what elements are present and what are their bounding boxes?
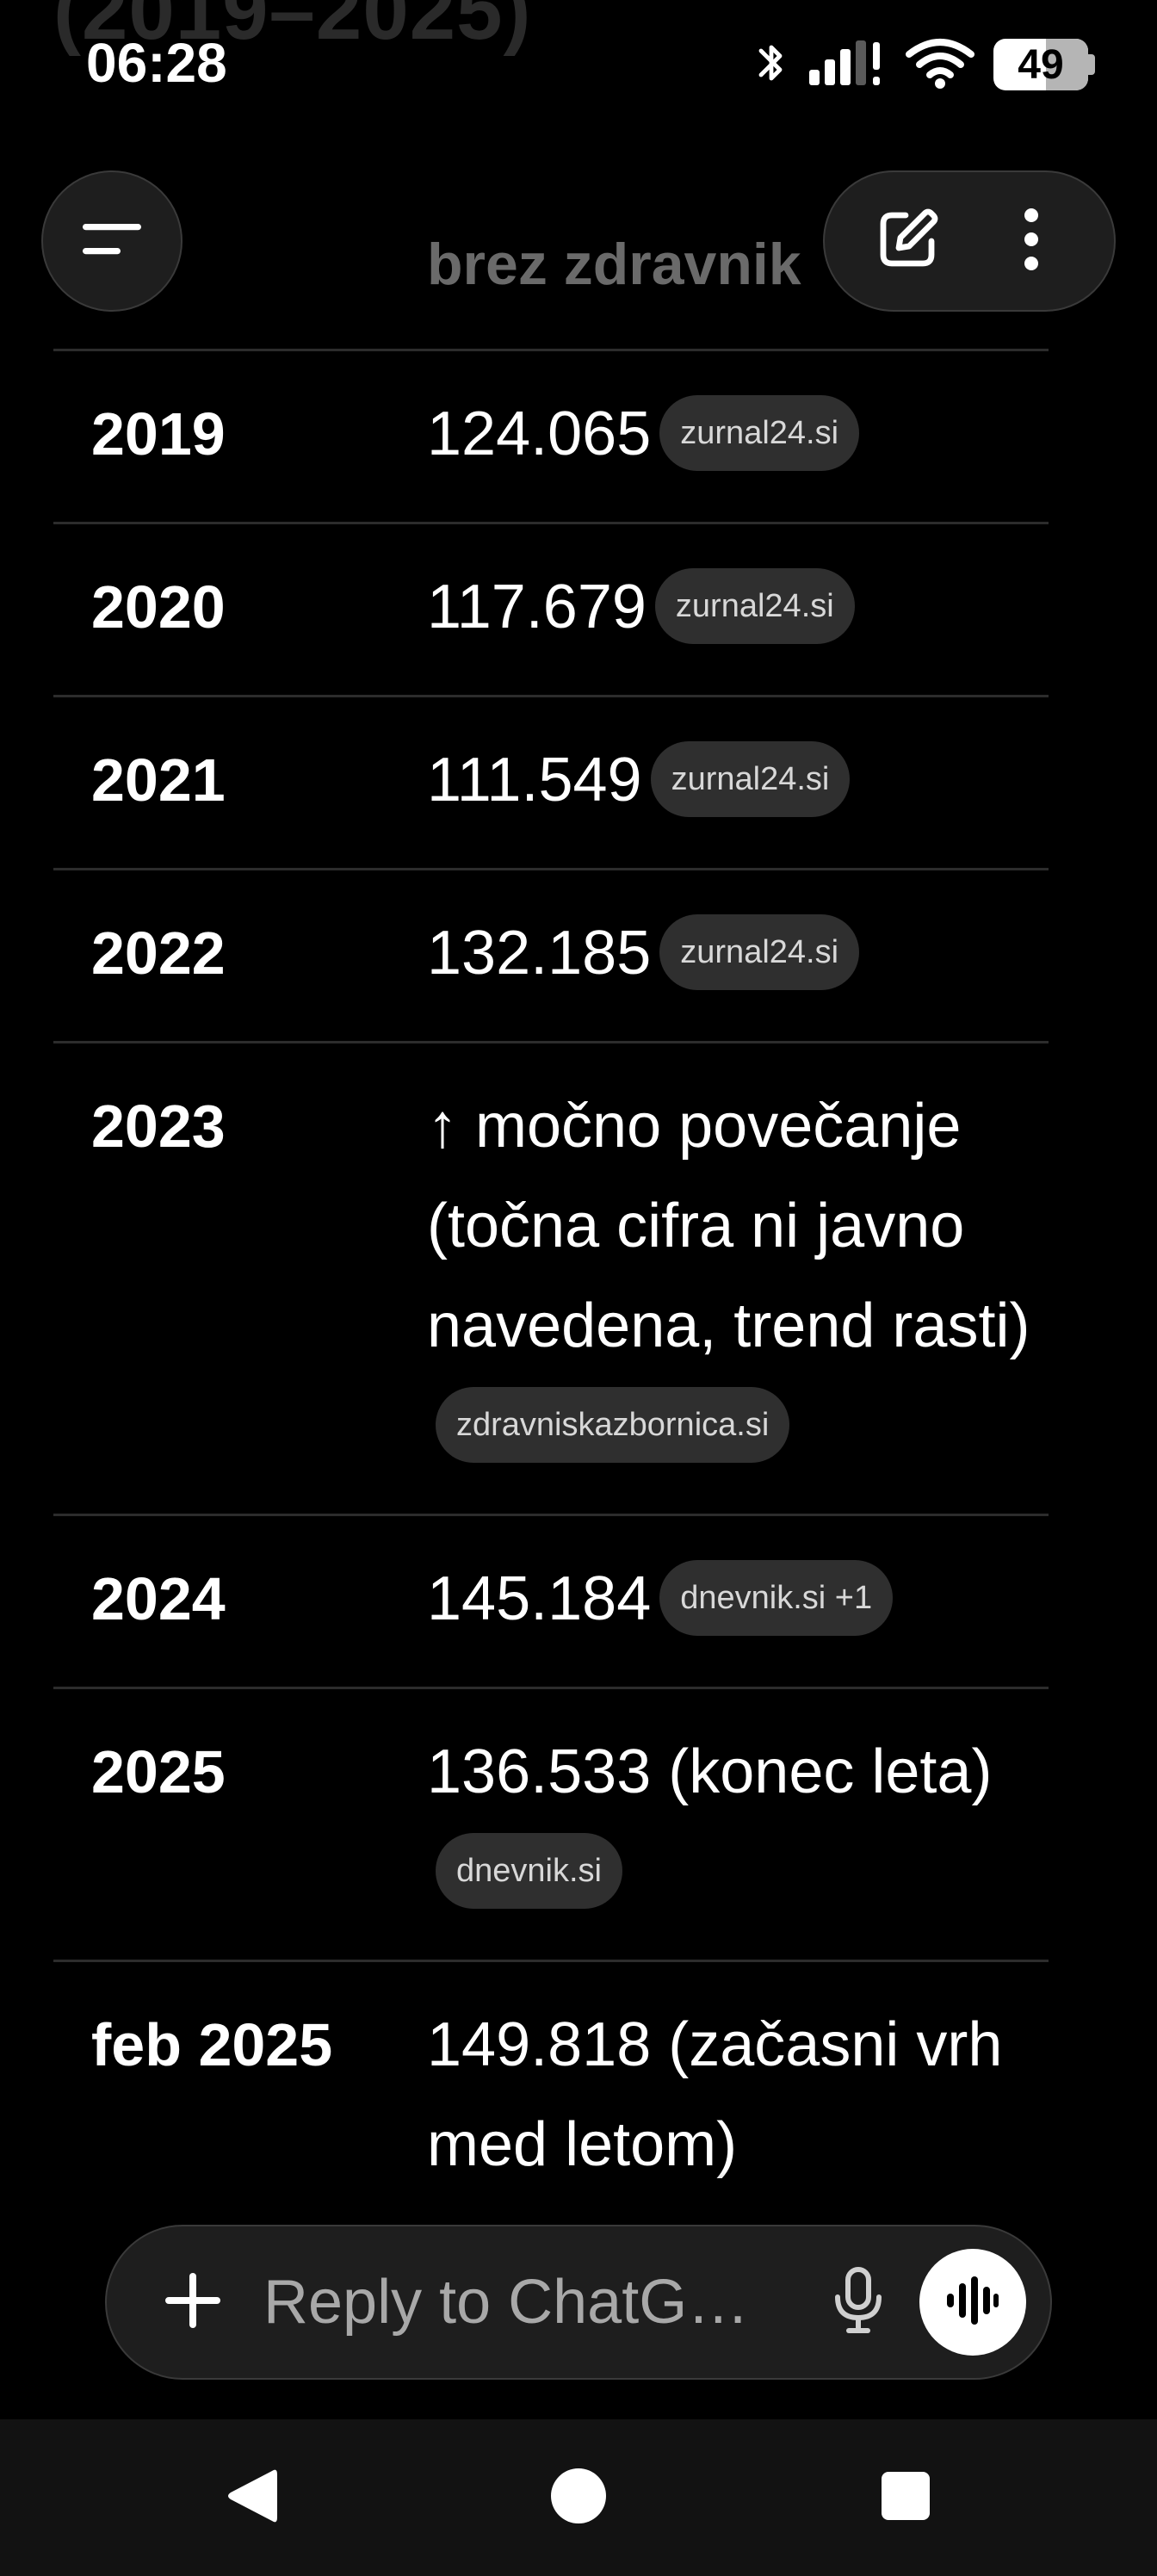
table-row: 2024 145.184 dnevnik.si +1 bbox=[53, 1516, 1049, 1689]
row-value-text: 117.679 bbox=[427, 573, 647, 641]
table-row: 2025 136.533 (konec leta) dnevnik.si bbox=[53, 1689, 1049, 1962]
status-bar: 06:28 49 bbox=[0, 0, 1157, 138]
row-value: ↑ močno povečanje (točna cifra ni javno … bbox=[427, 1076, 1049, 1476]
column-header-count: brez zdravnik bbox=[427, 232, 801, 297]
reply-input[interactable] bbox=[263, 2267, 820, 2338]
row-value-text: 145.184 bbox=[427, 1564, 652, 1633]
nav-recents-button[interactable] bbox=[871, 2463, 940, 2532]
more-vertical-icon bbox=[1023, 207, 1040, 276]
row-value-text: 149.818 (začasni vrh med letom) bbox=[427, 2010, 1003, 2179]
sidebar-menu-button[interactable] bbox=[41, 170, 183, 312]
reply-composer bbox=[105, 2225, 1052, 2380]
row-value: 132.185 zurnal24.si bbox=[427, 903, 1049, 1003]
new-chat-button[interactable] bbox=[860, 194, 955, 288]
row-value-text: 136.533 (konec leta) bbox=[427, 1737, 993, 1806]
table-row: 2023 ↑ močno povečanje (točna cifra ni j… bbox=[53, 1043, 1049, 1516]
table-row: 2022 132.185 zurnal24.si bbox=[53, 870, 1049, 1043]
dictate-button[interactable] bbox=[820, 2251, 897, 2354]
row-year: 2024 bbox=[91, 1565, 226, 1632]
row-value: 117.679 zurnal24.si bbox=[427, 557, 1049, 657]
table-row: 2019 124.065 zurnal24.si bbox=[53, 351, 1049, 524]
status-icons: 49 bbox=[754, 34, 1097, 95]
source-chip[interactable]: zurnal24.si bbox=[654, 567, 855, 644]
bluetooth-icon bbox=[754, 39, 789, 91]
row-year: 2020 bbox=[91, 573, 226, 641]
row-year: 2023 bbox=[91, 1093, 226, 1160]
top-actions-pill bbox=[823, 170, 1116, 312]
microphone-icon bbox=[831, 2266, 886, 2339]
table-row: 2020 117.679 zurnal24.si bbox=[53, 524, 1049, 697]
row-value: 124.065 zurnal24.si bbox=[427, 384, 1049, 484]
data-table: o brez zdravnik 2019 124.065zurnal24.si … bbox=[53, 207, 1049, 2232]
system-nav-bar bbox=[0, 2419, 1157, 2576]
row-year: 2022 bbox=[91, 920, 226, 987]
edit-icon bbox=[875, 207, 940, 276]
row-value-text: 111.549 bbox=[427, 746, 642, 814]
row-year: 2021 bbox=[91, 746, 226, 814]
home-circle-icon bbox=[550, 2468, 607, 2529]
back-triangle-icon bbox=[224, 2466, 279, 2530]
source-chip[interactable]: dnevnik.si bbox=[436, 1832, 622, 1909]
source-chip[interactable]: zurnal24.si bbox=[659, 394, 860, 471]
battery-icon: 49 bbox=[993, 39, 1097, 90]
more-options-button[interactable] bbox=[984, 194, 1079, 288]
row-year: feb 2025 bbox=[91, 2011, 333, 2078]
row-value: 145.184 dnevnik.si +1 bbox=[427, 1549, 1049, 1649]
source-chip[interactable]: zurnal24.si bbox=[659, 913, 860, 990]
waveform-icon bbox=[945, 2276, 1000, 2329]
nav-back-button[interactable] bbox=[217, 2463, 286, 2532]
battery-level: 49 bbox=[1018, 41, 1064, 88]
row-value-text: 124.065 bbox=[427, 399, 652, 468]
row-year: 2019 bbox=[91, 400, 226, 468]
source-chip[interactable]: dnevnik.si +1 bbox=[659, 1559, 894, 1636]
status-time: 06:28 bbox=[86, 32, 227, 94]
row-value: 111.549 zurnal24.si bbox=[427, 730, 1049, 830]
row-value-text: ↑ močno povečanje (točna cifra ni javno … bbox=[427, 1092, 1030, 1360]
row-year: 2025 bbox=[91, 1738, 226, 1805]
wifi-icon bbox=[906, 37, 974, 93]
row-value: 136.533 (konec leta) dnevnik.si bbox=[427, 1722, 1049, 1922]
recents-square-icon bbox=[880, 2470, 931, 2526]
signal-icon bbox=[807, 39, 887, 91]
row-value-text: 132.185 bbox=[427, 919, 652, 988]
source-chip[interactable]: zurnal24.si bbox=[650, 740, 851, 817]
source-chip[interactable]: zdravniskazbornica.si bbox=[436, 1386, 790, 1463]
menu-icon bbox=[81, 215, 143, 268]
nav-home-button[interactable] bbox=[544, 2463, 613, 2532]
plus-icon bbox=[162, 2269, 224, 2336]
voice-mode-button[interactable] bbox=[919, 2249, 1026, 2356]
add-attachment-button[interactable] bbox=[141, 2251, 244, 2354]
row-value: 149.818 (začasni vrh med letom) bbox=[427, 1995, 1049, 2195]
table-row: 2021 111.549 zurnal24.si bbox=[53, 697, 1049, 870]
